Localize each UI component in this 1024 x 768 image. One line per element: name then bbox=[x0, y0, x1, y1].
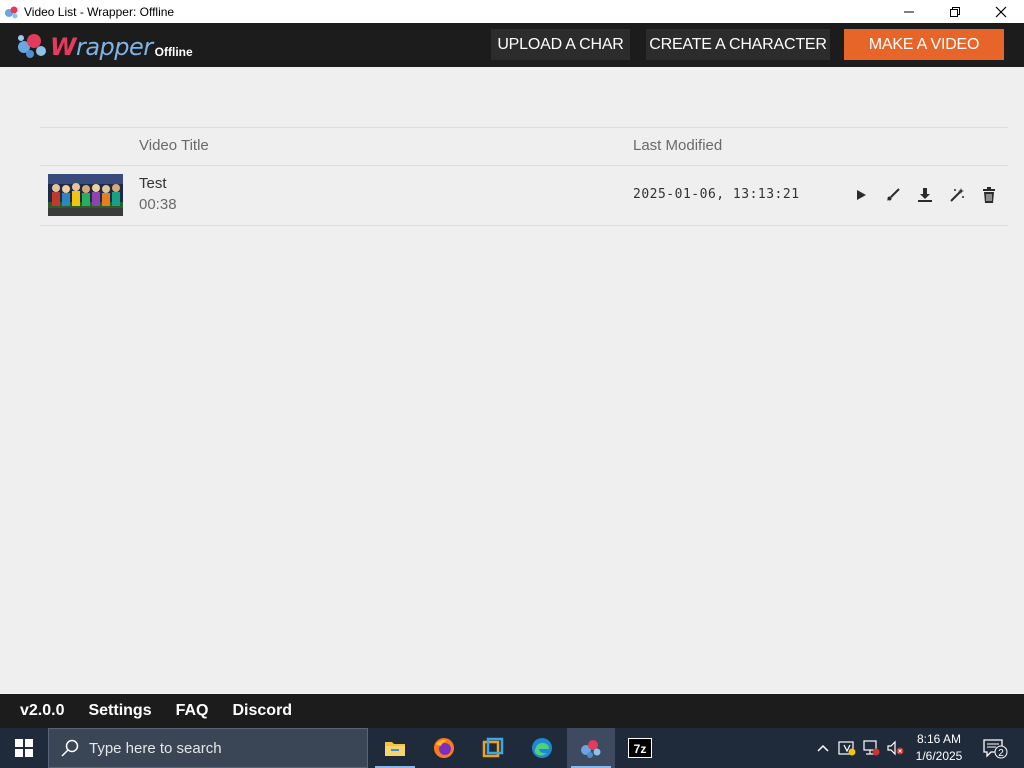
edge-icon bbox=[532, 738, 552, 758]
virtual-machine-icon bbox=[482, 737, 504, 758]
close-icon bbox=[995, 6, 1007, 17]
video-duration: 00:38 bbox=[139, 196, 177, 213]
discord-link[interactable]: Discord bbox=[233, 702, 293, 720]
app-footer: v2.0.0 Settings FAQ Discord bbox=[0, 694, 1024, 728]
minimize-button[interactable] bbox=[886, 0, 932, 23]
window-title: Video List - Wrapper: Offline bbox=[24, 4, 175, 19]
taskbar-firefox[interactable] bbox=[420, 728, 468, 768]
notification-count: 2 bbox=[998, 748, 1004, 759]
video-list-table: Video Title Last Modified Test 00:38 202… bbox=[40, 127, 1008, 226]
create-character-button[interactable]: CREATE A CHARACTER bbox=[646, 29, 830, 60]
download-icon bbox=[918, 188, 932, 202]
settings-link[interactable]: Settings bbox=[88, 702, 151, 720]
taskbar-wrapper[interactable] bbox=[567, 728, 615, 768]
version-label: v2.0.0 bbox=[20, 702, 65, 719]
wrapper-logo[interactable]: Wrapper Offline bbox=[16, 29, 193, 61]
video-title: Test bbox=[139, 175, 167, 192]
logo-offline-label: Offline bbox=[154, 45, 193, 59]
clock-time: 8:16 AM bbox=[916, 732, 962, 746]
column-header-video-title[interactable]: Video Title bbox=[139, 137, 209, 154]
taskbar-file-explorer[interactable] bbox=[371, 728, 419, 768]
window-titlebar: Video List - Wrapper: Offline bbox=[0, 0, 1024, 23]
table-row[interactable]: Test 00:38 2025-01-06, 13:13:21 bbox=[40, 166, 1008, 226]
volume-muted-icon bbox=[887, 740, 904, 756]
tray-defender[interactable] bbox=[836, 728, 858, 768]
windows-logo-icon bbox=[15, 739, 33, 757]
row-actions bbox=[845, 185, 1005, 205]
taskbar-7zip[interactable]: 7z bbox=[616, 728, 664, 768]
7zip-icon: 7z bbox=[628, 738, 652, 758]
magic-wand-icon bbox=[950, 188, 964, 202]
search-icon bbox=[61, 739, 79, 757]
7zip-label: 7z bbox=[634, 742, 647, 756]
faq-link[interactable]: FAQ bbox=[176, 702, 209, 720]
network-disconnected-icon bbox=[863, 740, 880, 756]
start-button[interactable] bbox=[0, 728, 48, 768]
video-thumbnail[interactable] bbox=[48, 174, 123, 216]
firefox-icon bbox=[434, 738, 454, 758]
search-placeholder: Type here to search bbox=[89, 739, 222, 757]
trash-icon bbox=[983, 187, 995, 203]
logo-text: rapper bbox=[75, 33, 153, 61]
notification-center-button[interactable]: 2 bbox=[980, 728, 1010, 768]
clock-date: 1/6/2025 bbox=[915, 749, 963, 763]
delete-button[interactable] bbox=[973, 185, 1005, 205]
column-header-last-modified[interactable]: Last Modified bbox=[633, 137, 722, 154]
notification-icon: 2 bbox=[983, 739, 1008, 759]
wrapper-app-icon bbox=[5, 6, 18, 18]
play-icon bbox=[857, 190, 866, 200]
security-warning-icon bbox=[838, 741, 856, 756]
restore-icon bbox=[950, 6, 960, 17]
edit-brush-icon bbox=[887, 188, 900, 201]
play-button[interactable] bbox=[845, 185, 877, 205]
tray-volume[interactable] bbox=[884, 728, 906, 768]
make-video-button[interactable]: MAKE A VIDEO bbox=[844, 29, 1004, 60]
edit-button[interactable] bbox=[877, 185, 909, 205]
wrapper-icon bbox=[581, 740, 601, 758]
taskbar-clock[interactable]: 8:16 AM 1/6/2025 bbox=[906, 731, 972, 765]
download-button[interactable] bbox=[909, 185, 941, 205]
thumbnail-image bbox=[48, 174, 123, 216]
chevron-up-icon bbox=[817, 744, 829, 752]
tray-show-hidden[interactable] bbox=[812, 728, 834, 768]
minimize-icon bbox=[904, 11, 914, 12]
app-header: Wrapper Offline UPLOAD A CHAR CREATE A C… bbox=[0, 23, 1024, 67]
magic-wand-button[interactable] bbox=[941, 185, 973, 205]
file-explorer-icon bbox=[385, 742, 405, 756]
logo-bubbles-icon bbox=[18, 34, 46, 58]
upload-char-button[interactable]: UPLOAD A CHAR bbox=[491, 29, 630, 60]
table-header: Video Title Last Modified bbox=[40, 127, 1008, 166]
windows-taskbar: Type here to search 7z 8:16 AM 1/6/2025 bbox=[0, 728, 1024, 768]
taskbar-search-box[interactable]: Type here to search bbox=[48, 728, 368, 768]
logo-w: W bbox=[50, 33, 76, 61]
video-last-modified: 2025-01-06, 13:13:21 bbox=[633, 187, 800, 202]
tray-network[interactable] bbox=[860, 728, 882, 768]
close-button[interactable] bbox=[978, 0, 1024, 23]
taskbar-edge[interactable] bbox=[518, 728, 566, 768]
restore-button[interactable] bbox=[932, 0, 978, 23]
taskbar-virtual-machine[interactable] bbox=[469, 728, 517, 768]
